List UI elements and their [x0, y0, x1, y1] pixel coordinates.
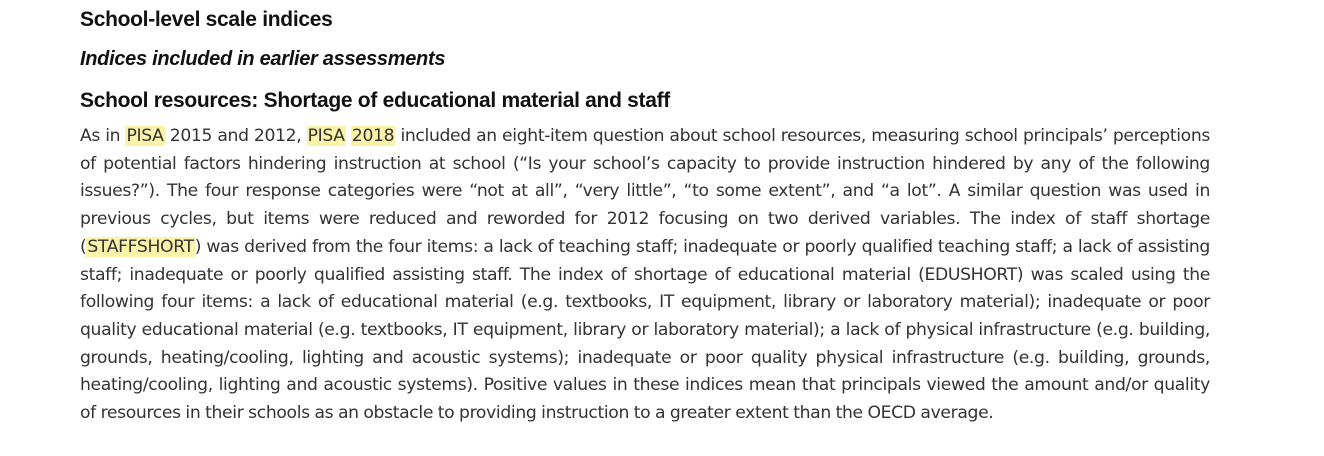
body-text: As in — [80, 126, 126, 146]
section-heading: School-level scale indices — [80, 8, 333, 31]
topic-heading: School resources: Shortage of educationa… — [80, 89, 670, 112]
highlight-pisa: PISA — [125, 126, 165, 146]
body-text: 2015 and 2012, — [164, 126, 307, 146]
subsection-heading: Indices included in earlier assessments — [80, 48, 446, 70]
highlight-staffshort: STAFFSHORT — [86, 236, 195, 257]
body-paragraph: As in PISA 2015 and 2012, PISA 2018 incl… — [80, 123, 1210, 428]
body-text: ) was derived from the four items: a lac… — [80, 236, 1210, 424]
highlight-2018: 2018 — [350, 126, 396, 146]
highlight-pisa: PISA — [306, 126, 346, 146]
